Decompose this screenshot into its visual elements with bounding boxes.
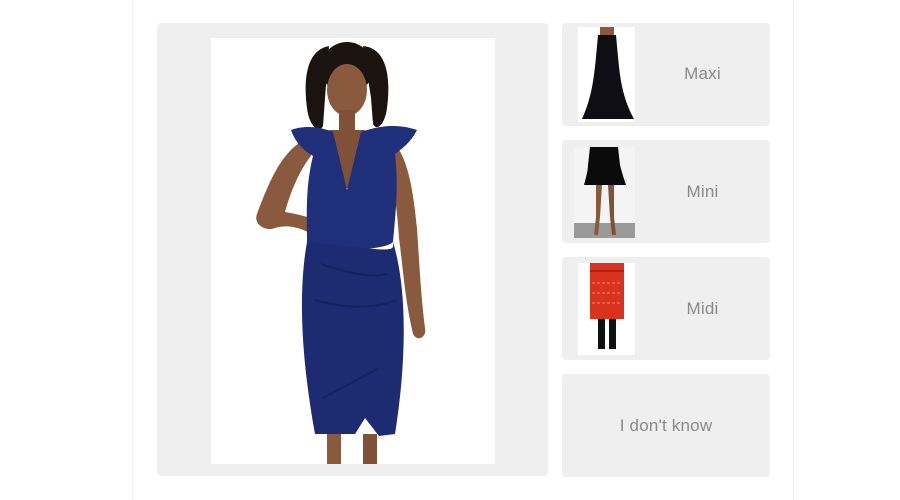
- maxi-dress-thumbnail: [578, 27, 635, 122]
- navy-dress-model-image: [256, 42, 426, 464]
- option-i-dont-know-button[interactable]: I don't know: [562, 374, 770, 477]
- midi-dress-thumbnail: [578, 263, 635, 355]
- midi-dress-icon: [590, 263, 624, 349]
- option-maxi-label: Maxi: [684, 64, 721, 83]
- question-dress-photo: [211, 38, 495, 464]
- option-maxi-button[interactable]: Maxi: [562, 23, 770, 126]
- maxi-dress-icon: [582, 27, 634, 119]
- option-midi-button[interactable]: Midi: [562, 257, 770, 360]
- mini-dress-icon: [574, 147, 635, 238]
- option-mini-label: Mini: [686, 182, 719, 201]
- option-midi-label: Midi: [686, 299, 719, 318]
- mini-dress-thumbnail: [574, 147, 635, 238]
- option-mini-button[interactable]: Mini: [562, 140, 770, 243]
- option-i-dont-know-label: I don't know: [619, 416, 713, 435]
